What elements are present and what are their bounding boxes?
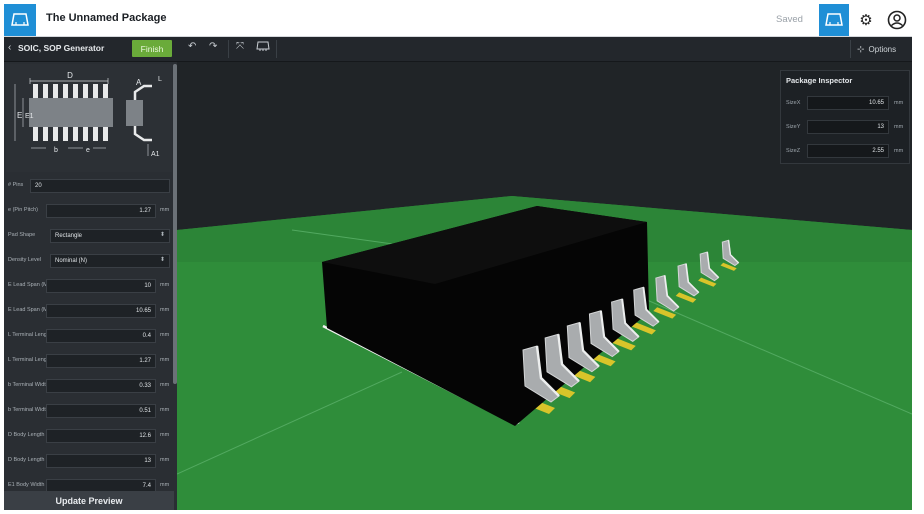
package-dimension-diagram: D E E1 b e A L A1 [6,64,172,172]
diagram-label-e: E [17,111,22,120]
app-window: The Unnamed Package Saved ⚙ ‹ SOIC, SOP … [4,4,912,510]
parameter-label: e (Pin Pitch) [8,207,38,213]
page-title: The Unnamed Package [46,12,167,24]
parameter-row: D Body Length (Max) 13 mm [4,449,172,474]
user-avatar-icon [887,10,907,30]
parameter-field[interactable]: 0.33 [46,379,156,393]
dropdown-arrow-icon[interactable]: ⬍ [160,231,165,238]
toolbar-divider [228,40,229,58]
sizey-field[interactable]: 13 [807,120,889,134]
parameter-list: # Pins 20 e (Pin Pitch) 1.27 mm Pad Shape Rect… [4,174,172,499]
inspector-row-sizez: SizeZ 2.55 mm [781,141,909,161]
parameter-unit: mm [160,207,170,213]
fit-view-icon[interactable]: ⤧ [236,41,244,52]
parameter-select[interactable]: Nominal (N) [50,254,170,268]
diagram-label-e1: E1 [25,113,34,120]
parameter-row: E Lead Span (Max) 10.65 mm [4,299,172,324]
package-icon [825,13,843,26]
parameter-row: Density Level Nominal (N) ⬍ [4,249,172,274]
parameter-row: L Terminal Length (Max) 1.27 mm [4,349,172,374]
parameter-row: # Pins 20 [4,174,172,199]
inspector-label: SizeY [786,124,801,130]
pin-count-field[interactable]: 20 [30,179,170,193]
inspector-row-sizex: SizeX 10.65 mm [781,93,909,113]
inspector-unit: mm [894,148,904,154]
diagram-label-b: b [54,147,58,154]
parameter-unit: mm [160,457,170,463]
parameter-unit: mm [160,482,170,488]
parameter-row: L Terminal Length (Min) 0.4 mm [4,324,172,349]
diagram-label-a: A [136,78,142,87]
account-button[interactable] [882,4,912,36]
parameter-field[interactable]: 12.6 [46,429,156,443]
parameter-unit: mm [160,382,170,388]
parameter-row: b Terminal Width (Max) 0.51 mm [4,399,172,424]
redo-icon[interactable]: ↷ [209,41,217,52]
parameter-field[interactable]: 13 [46,454,156,468]
parameter-unit: mm [160,282,170,288]
generator-title: SOIC, SOP Generator [18,43,105,53]
gear-icon: ⚙ [859,12,873,29]
inspector-title: Package Inspector [786,76,853,85]
package-view-button[interactable] [819,4,849,36]
inspector-label: SizeX [786,100,801,106]
inspector-unit: mm [894,100,904,106]
parameter-unit: mm [160,332,170,338]
diagram-label-a1: A1 [151,151,160,158]
update-preview-button[interactable]: Update Preview [4,491,174,510]
inspector-label: SizeZ [786,148,801,154]
parameter-field[interactable]: 10.65 [46,304,156,318]
parameter-field[interactable]: 1.27 [46,354,156,368]
inspector-unit: mm [894,124,904,130]
top-bar: The Unnamed Package Saved ⚙ [4,4,912,37]
sizez-field[interactable]: 2.55 [807,144,889,158]
save-status: Saved [776,14,803,25]
inspector-row-sizey: SizeY 13 mm [781,117,909,137]
package-inspector: Package Inspector SizeX 10.65 mm SizeY 1… [780,70,910,164]
parameter-unit: mm [160,357,170,363]
parameter-row: D Body Length (Min) 12.6 mm [4,424,172,449]
parameter-row: E Lead Span (Min) 10 mm [4,274,172,299]
package-icon [11,13,29,26]
dimension-diagram-svg: D E E1 b e A L A1 [14,71,162,158]
parameter-row: Pad Shape Rectangle ⬍ [4,224,172,249]
diagram-label-l: L [158,76,162,83]
package-outline-svg [256,41,270,51]
package-outline-icon[interactable] [256,41,270,54]
package-logo-button[interactable] [4,4,36,36]
crosshair-icon: ⊹ [857,43,865,54]
parameter-unit: mm [160,307,170,313]
finish-button[interactable]: Finish [132,40,172,57]
options-label: Options [868,44,897,54]
generator-toolbar: ‹ SOIC, SOP Generator Finish ↶ ↷ ⤧ ⊹ Opt… [4,37,912,62]
sizex-field[interactable]: 10.65 [807,96,889,110]
parameter-row: b Terminal Width (Min) 0.33 mm [4,374,172,399]
parameter-field[interactable]: 10 [46,279,156,293]
back-chevron-icon[interactable]: ‹ [8,42,11,53]
parameter-field[interactable]: 0.51 [46,404,156,418]
settings-button[interactable]: ⚙ [852,4,880,36]
parameter-field[interactable]: 1.27 [46,204,156,218]
parameter-label: Pad Shape [8,232,36,238]
undo-icon[interactable]: ↶ [188,41,196,52]
parameter-unit: mm [160,407,170,413]
parameter-field[interactable]: 0.4 [46,329,156,343]
diagram-label-d: D [67,71,73,80]
toolbar-divider [276,40,277,58]
parameter-row: e (Pin Pitch) 1.27 mm [4,199,172,224]
generator-parameters-panel: D E E1 b e A L A1 # Pins 20 e (Pin Pitch… [4,62,177,510]
parameter-select[interactable]: Rectangle [50,229,170,243]
parameter-label: Density Level [8,257,42,263]
parameter-unit: mm [160,432,170,438]
diagram-label-pitch: e [86,147,90,154]
dropdown-arrow-icon[interactable]: ⬍ [160,256,165,263]
options-button[interactable]: ⊹ Options [850,40,906,58]
parameter-label: # Pins [8,182,24,188]
